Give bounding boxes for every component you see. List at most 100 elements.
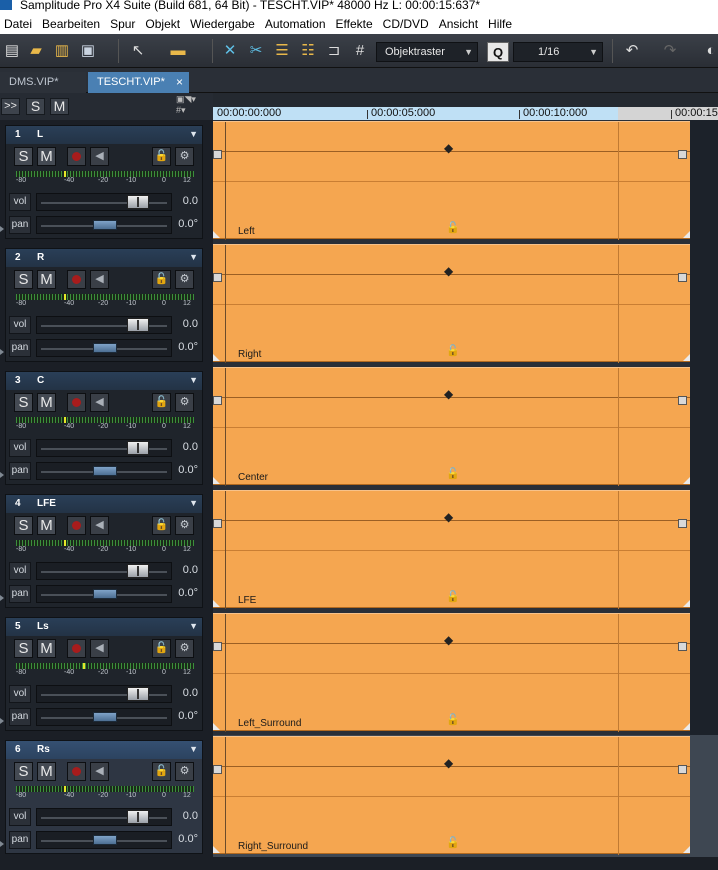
clip-corner-right[interactable] bbox=[683, 723, 690, 730]
fade-out-handle[interactable] bbox=[678, 519, 687, 528]
fade-out-handle[interactable] bbox=[678, 765, 687, 774]
pan-slider[interactable] bbox=[36, 708, 172, 726]
close-icon[interactable]: × bbox=[176, 72, 183, 93]
lock-icon[interactable]: 🔓 bbox=[152, 639, 171, 658]
global-solo-button[interactable]: S bbox=[26, 98, 45, 115]
track-header[interactable]: 2 R ▼ S M ◀ 🔓 ⚙ -80 -40 -20 -10 0 12 vol… bbox=[5, 248, 203, 362]
volume-handle-icon[interactable]: ◆ bbox=[444, 265, 453, 277]
lock-icon[interactable]: 🔓 bbox=[152, 762, 171, 781]
volume-handle-icon[interactable]: ◆ bbox=[444, 142, 453, 154]
record-arm-icon[interactable] bbox=[67, 762, 86, 781]
crossfade-icon[interactable]: ✕ bbox=[220, 40, 240, 60]
volume-handle-icon[interactable]: ◆ bbox=[444, 388, 453, 400]
fade-out-handle[interactable] bbox=[678, 396, 687, 405]
lock-icon[interactable]: 🔓 bbox=[446, 221, 460, 234]
snap-mode-select[interactable]: Objektraster ▼ bbox=[376, 42, 478, 62]
volume-fader[interactable] bbox=[36, 439, 172, 457]
speaker-icon[interactable]: ◀ bbox=[90, 393, 109, 412]
chevron-down-icon[interactable]: ▼ bbox=[189, 744, 198, 754]
expand-button[interactable]: >> bbox=[1, 98, 20, 115]
clip-corner-right[interactable] bbox=[683, 231, 690, 238]
track-name[interactable]: R bbox=[37, 252, 44, 263]
expand-arrow-icon[interactable] bbox=[0, 349, 4, 355]
quantize-button[interactable]: Q bbox=[487, 42, 509, 62]
chevron-down-icon[interactable]: ▼ bbox=[189, 621, 198, 631]
import-icon[interactable]: ▥ bbox=[52, 40, 72, 60]
mute-button[interactable]: M bbox=[37, 270, 56, 289]
pan-value[interactable]: 0.0° bbox=[178, 218, 198, 230]
solo-button[interactable]: S bbox=[14, 762, 33, 781]
pan-knob[interactable] bbox=[93, 466, 117, 476]
new-file-icon[interactable]: ▤ bbox=[2, 40, 22, 60]
fade-in-handle[interactable] bbox=[213, 150, 222, 159]
fade-in-handle[interactable] bbox=[213, 642, 222, 651]
menu-effekte[interactable]: Effekte bbox=[331, 14, 378, 34]
chevron-down-icon[interactable]: ▼ bbox=[189, 129, 198, 139]
timeline-ruler[interactable]: 00:00:00:000 00:00:05:000 00:00:10:000 0… bbox=[213, 93, 718, 120]
gear-icon[interactable]: ⚙ bbox=[175, 147, 194, 166]
clip-corner-right[interactable] bbox=[683, 354, 690, 361]
record-arm-icon[interactable] bbox=[67, 147, 86, 166]
lock-icon[interactable]: 🔓 bbox=[446, 344, 460, 357]
mute-button[interactable]: M bbox=[37, 762, 56, 781]
track-header[interactable]: 5 Ls ▼ S M ◀ 🔓 ⚙ -80 -40 -20 -10 0 12 vo… bbox=[5, 617, 203, 731]
fade-in-handle[interactable] bbox=[213, 273, 222, 282]
pan-value[interactable]: 0.0° bbox=[178, 833, 198, 845]
pan-knob[interactable] bbox=[93, 589, 117, 599]
expand-arrow-icon[interactable] bbox=[0, 595, 4, 601]
lock-icon[interactable]: 🔓 bbox=[446, 590, 460, 603]
fade-out-handle[interactable] bbox=[678, 273, 687, 282]
tab-dms[interactable]: DMS.VIP* bbox=[0, 72, 86, 93]
track-name[interactable]: Rs bbox=[37, 744, 50, 755]
snap-magnet-icon[interactable]: ⊐ bbox=[324, 40, 344, 60]
track-title-bar[interactable]: 4 LFE ▼ bbox=[6, 495, 202, 513]
header-options-icon[interactable]: ▣◥▾ #▾ bbox=[176, 94, 210, 118]
track-name[interactable]: C bbox=[37, 375, 44, 386]
clip-corner-left[interactable] bbox=[213, 600, 220, 607]
pan-value[interactable]: 0.0° bbox=[178, 710, 198, 722]
grid-icon[interactable]: # bbox=[350, 40, 370, 60]
solo-button[interactable]: S bbox=[14, 393, 33, 412]
menu-objekt[interactable]: Objekt bbox=[140, 14, 185, 34]
track-title-bar[interactable]: 5 Ls ▼ bbox=[6, 618, 202, 636]
gear-icon[interactable]: ⚙ bbox=[175, 516, 194, 535]
pan-value[interactable]: 0.0° bbox=[178, 341, 198, 353]
undo-icon[interactable]: ↶ bbox=[622, 40, 642, 60]
track-name[interactable]: Ls bbox=[37, 621, 49, 632]
vol-value[interactable]: 0.0 bbox=[183, 564, 198, 576]
fader-knob[interactable] bbox=[127, 195, 149, 209]
pan-knob[interactable] bbox=[93, 712, 117, 722]
menu-hilfe[interactable]: Hilfe bbox=[483, 14, 517, 34]
solo-button[interactable]: S bbox=[14, 147, 33, 166]
mute-button[interactable]: M bbox=[37, 393, 56, 412]
lock-icon[interactable]: 🔓 bbox=[446, 467, 460, 480]
menu-bearbeiten[interactable]: Bearbeiten bbox=[37, 14, 105, 34]
vol-value[interactable]: 0.0 bbox=[183, 318, 198, 330]
speaker-icon[interactable]: ◀ bbox=[90, 639, 109, 658]
open-folder-icon[interactable]: ▰ bbox=[26, 40, 46, 60]
menu-wiedergabe[interactable]: Wiedergabe bbox=[185, 14, 260, 34]
lock-icon[interactable]: 🔓 bbox=[152, 147, 171, 166]
track-name[interactable]: L bbox=[37, 129, 43, 140]
solo-button[interactable]: S bbox=[14, 639, 33, 658]
gear-icon[interactable]: ⚙ bbox=[175, 270, 194, 289]
fade-in-handle[interactable] bbox=[213, 765, 222, 774]
record-arm-icon[interactable] bbox=[67, 516, 86, 535]
pointer-tool-icon[interactable]: ↖ bbox=[128, 40, 148, 60]
audio-clip[interactable]: ◆ 🔓 Left_Surround bbox=[213, 613, 690, 732]
mute-button[interactable]: M bbox=[37, 147, 56, 166]
pan-slider[interactable] bbox=[36, 585, 172, 603]
audio-clip[interactable]: ◆ 🔓 Left bbox=[213, 121, 690, 240]
audio-clip[interactable]: ◆ 🔓 Right bbox=[213, 244, 690, 363]
volume-handle-icon[interactable]: ◆ bbox=[444, 511, 453, 523]
menu-datei[interactable]: Datei bbox=[0, 14, 37, 34]
clip-corner-left[interactable] bbox=[213, 477, 220, 484]
vol-value[interactable]: 0.0 bbox=[183, 441, 198, 453]
fader-knob[interactable] bbox=[127, 318, 149, 332]
split-icon[interactable]: ✂ bbox=[246, 40, 266, 60]
track-name[interactable]: LFE bbox=[37, 498, 56, 509]
track-header[interactable]: 6 Rs ▼ S M ◀ 🔓 ⚙ -80 -40 -20 -10 0 12 vo… bbox=[5, 740, 203, 854]
lock-icon[interactable]: 🔓 bbox=[152, 270, 171, 289]
record-arm-icon[interactable] bbox=[67, 270, 86, 289]
gear-icon[interactable]: ⚙ bbox=[175, 393, 194, 412]
